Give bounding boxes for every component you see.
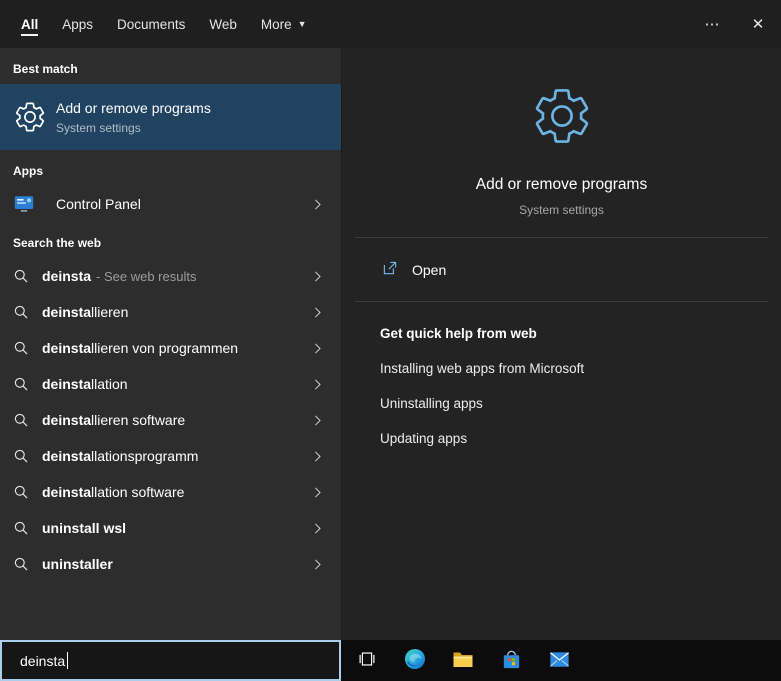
help-link-updating-apps[interactable]: Updating apps xyxy=(380,431,743,446)
search-tabs: All Apps Documents Web More ▼ xyxy=(9,0,319,48)
search-icon xyxy=(13,340,29,356)
store-icon xyxy=(500,648,523,674)
preview-subtitle: System settings xyxy=(519,203,604,217)
chevron-right-icon[interactable] xyxy=(310,341,325,356)
chevron-right-icon[interactable] xyxy=(310,197,325,212)
chevron-right-icon[interactable] xyxy=(310,377,325,392)
suggestion-text: deinstallationsprogramm xyxy=(42,448,199,464)
web-suggestion-row[interactable]: uninstaller xyxy=(0,546,341,582)
web-suggestion-row[interactable]: deinstallieren von programmen xyxy=(0,330,341,366)
mail-button[interactable] xyxy=(535,640,583,681)
search-input-value: deinsta xyxy=(20,652,66,669)
web-suggestion-row[interactable]: deinstallation xyxy=(0,366,341,402)
tab-all-label: All xyxy=(21,16,39,32)
gear-icon-large xyxy=(530,84,594,153)
topbar-controls: ⋯ ✕ xyxy=(689,0,781,48)
search-icon xyxy=(13,412,29,428)
preview-panel: Add or remove programs System settings O… xyxy=(341,48,781,640)
edge-icon xyxy=(403,647,427,674)
tab-web[interactable]: Web xyxy=(197,0,249,48)
store-button[interactable] xyxy=(487,640,535,681)
file-explorer-icon xyxy=(451,647,475,674)
help-header: Get quick help from web xyxy=(380,326,537,341)
web-header: Search the web xyxy=(13,236,102,250)
open-action[interactable]: Open xyxy=(342,238,781,301)
open-label: Open xyxy=(412,261,447,278)
best-match-title: Add or remove programs xyxy=(56,99,211,116)
web-suggestion-row[interactable]: deinstallationsprogramm xyxy=(0,438,341,474)
web-suggestion-row[interactable]: uninstall wsl xyxy=(0,510,341,546)
app-result-control-panel[interactable]: Control Panel xyxy=(0,186,341,222)
ellipsis-icon: ⋯ xyxy=(704,16,720,33)
best-match-text: Add or remove programs System settings xyxy=(56,100,211,135)
close-icon: ✕ xyxy=(751,16,765,33)
best-match-subtitle: System settings xyxy=(56,120,141,135)
start-menu-search: All Apps Documents Web More ▼ ⋯ ✕ Best ma… xyxy=(0,0,781,681)
taskbar: deinsta xyxy=(0,640,781,681)
chevron-right-icon[interactable] xyxy=(310,269,325,284)
search-input[interactable]: deinsta xyxy=(0,640,341,681)
web-suggestion-row[interactable]: deinstallieren xyxy=(0,294,341,330)
tab-apps[interactable]: Apps xyxy=(50,0,105,48)
tab-more-label: More xyxy=(260,16,292,32)
tab-web-label: Web xyxy=(209,16,237,32)
search-icon xyxy=(13,448,29,464)
tab-more[interactable]: More ▼ xyxy=(249,0,319,48)
chevron-down-icon: ▼ xyxy=(297,19,307,29)
search-icon xyxy=(13,376,29,392)
tab-apps-label: Apps xyxy=(62,16,94,32)
preview-top: Add or remove programs System settings xyxy=(342,48,781,237)
results-panel: Best match Add or remove programs System… xyxy=(0,48,341,640)
apps-header: Apps xyxy=(13,164,43,178)
more-options-button[interactable]: ⋯ xyxy=(689,0,735,48)
chevron-right-icon[interactable] xyxy=(310,449,325,464)
preview-title: Add or remove programs xyxy=(475,176,648,193)
suggestion-text: deinstallieren software xyxy=(42,412,186,428)
search-filter-bar: All Apps Documents Web More ▼ ⋯ ✕ xyxy=(0,0,781,48)
suggestion-text: deinstallieren xyxy=(42,304,129,320)
search-icon xyxy=(13,556,29,572)
search-icon xyxy=(13,484,29,500)
tab-all[interactable]: All xyxy=(9,0,50,48)
tab-documents[interactable]: Documents xyxy=(105,0,197,48)
suggestion-text: deinstallieren von programmen xyxy=(42,340,239,356)
gear-icon xyxy=(13,100,56,134)
best-match-header: Best match xyxy=(13,62,78,76)
taskbar-icons xyxy=(343,640,583,681)
help-section: Get quick help from web Installing web a… xyxy=(342,302,781,470)
text-caret xyxy=(67,652,69,669)
web-suggestion-row[interactable]: deinstallation software xyxy=(0,474,341,510)
mail-icon xyxy=(548,648,571,674)
search-icon xyxy=(13,304,29,320)
search-icon xyxy=(13,268,29,284)
app-result-label: Control Panel xyxy=(56,196,141,212)
suggestion-text: uninstaller xyxy=(42,556,113,572)
suggestion-text: deinsta - See web results xyxy=(42,268,197,284)
suggestion-text: uninstall wsl xyxy=(42,520,127,536)
suggestion-text: deinstallation software xyxy=(42,484,185,500)
chevron-right-icon[interactable] xyxy=(310,485,325,500)
suggestion-text: deinstallation xyxy=(42,376,128,392)
chevron-right-icon[interactable] xyxy=(310,413,325,428)
close-button[interactable]: ✕ xyxy=(735,0,781,48)
control-panel-icon xyxy=(13,193,35,215)
tab-documents-label: Documents xyxy=(117,16,186,32)
edge-button[interactable] xyxy=(391,640,439,681)
task-view-icon xyxy=(356,648,378,673)
help-link-uninstalling-apps[interactable]: Uninstalling apps xyxy=(380,396,743,411)
search-icon xyxy=(13,520,29,536)
file-explorer-button[interactable] xyxy=(439,640,487,681)
best-match-item[interactable]: Add or remove programs System settings xyxy=(0,84,341,150)
help-link-installing-web-apps[interactable]: Installing web apps from Microsoft xyxy=(380,361,743,376)
open-icon xyxy=(381,259,399,280)
task-view-button[interactable] xyxy=(343,640,391,681)
chevron-right-icon[interactable] xyxy=(310,557,325,572)
chevron-right-icon[interactable] xyxy=(310,521,325,536)
web-suggestion-row[interactable]: deinsta - See web results xyxy=(0,258,341,294)
web-suggestion-row[interactable]: deinstallieren software xyxy=(0,402,341,438)
chevron-right-icon[interactable] xyxy=(310,305,325,320)
